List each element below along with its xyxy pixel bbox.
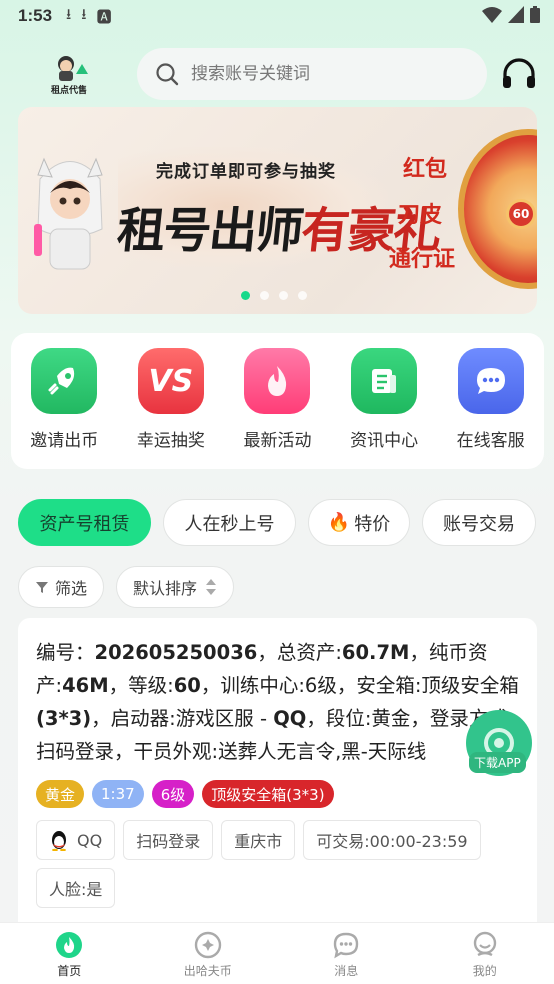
search-icon (156, 63, 179, 86)
tag-login-method: 扫码登录 (123, 820, 214, 860)
fire-icon: 🔥 (327, 512, 351, 533)
tab-asset-rental[interactable]: 资产号租赁 (18, 499, 151, 546)
sort-button[interactable]: 默认排序 (116, 566, 235, 608)
nav-sell-coins[interactable]: 出哈夫币 (163, 931, 253, 984)
tag-face-verify: 人脸:是 (36, 868, 116, 908)
pure-assets: 46M (62, 674, 109, 697)
tag-platform: QQ (36, 820, 116, 860)
prize-skin: 刀皮 (398, 202, 443, 228)
wheel-center: 60 (506, 199, 536, 229)
headset-icon[interactable] (500, 56, 538, 94)
quick-item-lottery[interactable]: VS 幸运抽奖 (123, 348, 219, 469)
filter-button[interactable]: 筛选 (18, 566, 105, 608)
tab-label: 特价 (354, 513, 391, 535)
banner-subtitle: 完成订单即可参与抽奖 (156, 162, 336, 182)
badge-safebox: 顶级安全箱(3*3) (202, 780, 334, 808)
mascot-character-icon (34, 157, 103, 270)
quick-item-label: 在线客服 (456, 431, 525, 451)
home-flame-icon (56, 932, 83, 958)
quick-item-label: 最新活动 (243, 431, 312, 451)
status-time: 1:53 (18, 6, 53, 25)
listing-tags: QQ 扫码登录 重庆市 可交易:00:00-23:59 人脸:是 (36, 820, 519, 908)
tag-label: QQ (77, 830, 103, 850)
wifi-icon (482, 7, 502, 23)
filter-label: 筛选 (55, 579, 88, 598)
news-icon (351, 348, 418, 414)
app-logo[interactable]: 租点代售 (46, 54, 92, 96)
badge-level: 6级 (151, 780, 195, 808)
total-assets: 60.7M (341, 641, 410, 664)
banner-dot[interactable] (241, 291, 250, 300)
sort-label: 默认排序 (133, 579, 198, 598)
nav-messages[interactable]: 消息 (301, 931, 391, 984)
server: QQ (273, 707, 307, 730)
logo-mascot-icon (58, 56, 88, 81)
status-bar: 1:53 ⭳ ⭳ 🅰 (0, 0, 554, 32)
chat-icon (457, 348, 524, 414)
message-icon (334, 932, 359, 959)
download-icon: ⭳ (81, 4, 87, 23)
desc-text: ，训练中心:6级，安全箱:顶级安全箱 (200, 674, 519, 697)
badge-ratio: 1:37 (92, 780, 144, 808)
listing-code: 202605250036 (94, 641, 258, 664)
banner-dot[interactable] (279, 291, 288, 300)
tag-trade-time: 可交易:00:00-23:59 (303, 820, 481, 860)
listing-badges: 黄金 1:37 6级 顶级安全箱(3*3) (36, 780, 519, 808)
quick-item-label: 幸运抽奖 (136, 431, 205, 451)
download-app-label[interactable]: 下载APP (469, 752, 526, 773)
listing-description: 编号：202605250036，总资产:60.7M，纯币资产:46M，等级:60… (36, 636, 519, 768)
nav-label: 消息 (334, 964, 359, 978)
rocket-icon (31, 348, 98, 414)
prize-pass: 通行证 (389, 246, 456, 272)
category-tabs: 资产号租赁 人在秒上号 🔥 特价 账号交易 (18, 499, 536, 546)
quick-item-invite[interactable]: 邀请出币 (16, 348, 112, 469)
nav-label: 首页 (57, 964, 82, 978)
logo-text: 租点代售 (50, 86, 87, 96)
listing-card[interactable]: 编号：202605250036，总资产:60.7M，纯币资产:46M，等级:60… (18, 618, 537, 938)
signal-icon (508, 6, 524, 23)
quick-item-news[interactable]: 资讯中心 (336, 348, 432, 469)
tag-city: 重庆市 (221, 820, 296, 860)
safe-box: (3*3) (36, 707, 92, 730)
nav-label: 我的 (472, 964, 497, 978)
tab-special-price[interactable]: 🔥 特价 (308, 499, 410, 546)
nav-home[interactable]: 首页 (24, 931, 114, 984)
quick-item-support[interactable]: 在线客服 (443, 348, 539, 469)
desc-text: ，等级: (108, 674, 174, 697)
vs-icon: VS (137, 348, 204, 414)
promo-banner[interactable]: 完成订单即可参与抽奖 租号出师有豪礼 红包 刀皮 通行证 60 (18, 107, 537, 314)
banner-headline-a: 租号出师 (114, 203, 305, 259)
desc-text: 编号： (36, 641, 95, 664)
tab-account-trade[interactable]: 账号交易 (422, 499, 536, 546)
filter-icon (36, 582, 48, 593)
search-bar[interactable] (137, 48, 487, 100)
bottom-nav: 首页 出哈夫币 消息 我的 (0, 922, 554, 984)
coin-icon (194, 931, 221, 959)
battery-icon (530, 6, 540, 23)
nav-profile[interactable]: 我的 (440, 931, 530, 984)
quick-menu: 邀请出币 VS 幸运抽奖 最新活动 资讯中心 在线客服 (11, 333, 544, 469)
desc-text: ，启动器:游戏区服 - (91, 707, 274, 730)
desc-text: ，总资产: (257, 641, 342, 664)
sort-arrows-icon (206, 579, 217, 595)
search-input[interactable] (191, 64, 451, 84)
profile-icon (473, 931, 496, 957)
download-icon: ⭳ (66, 4, 72, 23)
level: 60 (173, 674, 201, 697)
badge-rank: 黄金 (36, 780, 85, 808)
tab-instant-login[interactable]: 人在秒上号 (163, 499, 296, 546)
flame-icon (244, 348, 311, 414)
banner-dot[interactable] (260, 291, 269, 300)
header: 租点代售 (0, 46, 554, 102)
qq-penguin-icon (52, 831, 66, 851)
quick-item-label: 邀请出币 (30, 431, 99, 451)
quick-item-label: 资讯中心 (350, 431, 419, 451)
filter-bar: 筛选 默认排序 (18, 566, 235, 608)
banner-dot[interactable] (298, 291, 307, 300)
banner-pagination (241, 291, 307, 300)
prize-redpacket: 红包 (403, 156, 448, 182)
quick-item-activity[interactable]: 最新活动 (229, 348, 325, 469)
nav-label: 出哈夫币 (183, 964, 232, 978)
font-a-icon: 🅰 (96, 7, 112, 26)
